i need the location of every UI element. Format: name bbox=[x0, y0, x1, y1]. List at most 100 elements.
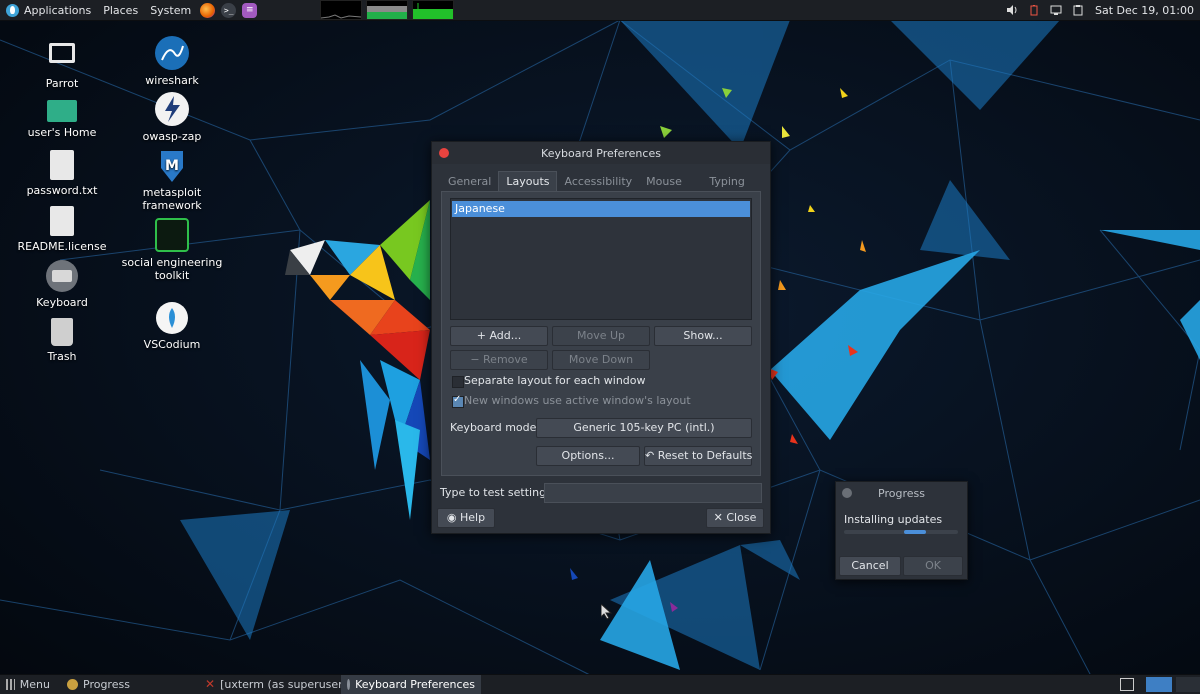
close-button[interactable]: ✕ Close bbox=[706, 508, 764, 528]
menu-button[interactable]: Menu bbox=[0, 675, 56, 694]
desktop-icon-label: Parrot bbox=[45, 77, 79, 90]
move-down-button[interactable]: Move Down bbox=[552, 350, 650, 370]
layouts-panel: Japanese + Add... Move Up Show... − Remo… bbox=[441, 191, 761, 476]
help-icon: ◉ bbox=[446, 511, 461, 524]
wireshark-icon bbox=[155, 36, 189, 70]
remove-layout-button[interactable]: − Remove bbox=[450, 350, 548, 370]
desktop-icon-readme[interactable]: README.license bbox=[8, 206, 116, 253]
window-close-icon[interactable] bbox=[842, 488, 852, 498]
desktop-icon-label: README.license bbox=[17, 240, 107, 253]
task-label: Progress bbox=[83, 678, 130, 691]
grid-menu-icon bbox=[6, 679, 15, 690]
metasploit-icon: M bbox=[155, 148, 189, 182]
keyboard-model-label: Keyboard model: bbox=[450, 421, 544, 434]
layout-list[interactable]: Japanese bbox=[450, 198, 752, 320]
keyboard-model-button[interactable]: Generic 105-key PC (intl.) bbox=[536, 418, 752, 438]
progress-ok-button[interactable]: OK bbox=[903, 556, 963, 576]
clock[interactable]: Sat Dec 19, 01:00 bbox=[1089, 0, 1200, 20]
desktop-icon-label: wireshark bbox=[145, 74, 199, 87]
keyboard-icon bbox=[347, 679, 351, 690]
progress-message: Installing updates bbox=[844, 513, 943, 526]
desktop-icon-keyboard[interactable]: Keyboard bbox=[8, 260, 116, 309]
tab-general[interactable]: General bbox=[441, 171, 498, 192]
new-windows-checkbox[interactable] bbox=[452, 394, 464, 408]
desktop-icon-label: VSCodium bbox=[143, 338, 201, 351]
volume-icon[interactable] bbox=[1006, 4, 1018, 16]
firefox-icon[interactable] bbox=[200, 2, 216, 18]
workspace-switcher[interactable] bbox=[1146, 677, 1172, 692]
task-uxterm[interactable]: ✕ [uxterm (as superuser)] bbox=[199, 675, 351, 694]
parrot-logo-icon bbox=[6, 3, 19, 17]
desktop-icon-label: Trash bbox=[47, 350, 77, 363]
applications-menu-label: Applications bbox=[24, 3, 92, 17]
mouse-cursor bbox=[601, 604, 613, 620]
reset-to-defaults-button[interactable]: ↶ Reset to Defaults bbox=[644, 446, 752, 466]
options-button[interactable]: Options... bbox=[536, 446, 640, 466]
top-panel: Applications Places System >_ ≡ Sat Dec … bbox=[0, 0, 1200, 21]
keyboard-preferences-window: Keyboard Preferences General Layouts Acc… bbox=[431, 141, 771, 534]
text-file-icon bbox=[50, 206, 74, 236]
places-menu[interactable]: Places bbox=[97, 0, 144, 20]
progress-dialog: Progress Installing updates Cancel OK bbox=[835, 481, 968, 580]
window-close-icon[interactable] bbox=[439, 148, 449, 158]
progress-title: Progress bbox=[878, 486, 925, 500]
desktop-icon-set[interactable]: social engineering toolkit bbox=[118, 218, 226, 282]
help-button-label: Help bbox=[460, 511, 486, 524]
task-progress[interactable]: Progress bbox=[61, 675, 199, 694]
text-editor-icon[interactable]: ≡ bbox=[242, 2, 258, 18]
system-menu[interactable]: System bbox=[144, 0, 197, 20]
progress-clock-icon bbox=[67, 679, 78, 690]
zap-icon bbox=[155, 92, 189, 126]
add-layout-button[interactable]: + Add... bbox=[450, 326, 548, 346]
desktop-icon-parrot[interactable]: Parrot bbox=[8, 38, 116, 90]
task-label: Keyboard Preferences bbox=[355, 678, 475, 691]
home-folder-icon bbox=[47, 100, 77, 122]
tray-area: Sat Dec 19, 01:00 bbox=[1001, 0, 1200, 20]
task-label: [uxterm (as superuser)] bbox=[220, 678, 352, 691]
task-keyboard-preferences[interactable]: Keyboard Preferences bbox=[341, 675, 481, 694]
window-titlebar[interactable]: Keyboard Preferences bbox=[432, 142, 770, 164]
desktop-icon-label: password.txt bbox=[26, 184, 98, 197]
desktop-icon-vscodium[interactable]: VSCodium bbox=[118, 302, 226, 351]
progress-cancel-button[interactable]: Cancel bbox=[839, 556, 901, 576]
text-file-icon bbox=[50, 150, 74, 180]
move-up-button[interactable]: Move Up bbox=[552, 326, 650, 346]
applications-menu[interactable]: Applications bbox=[0, 0, 97, 20]
desktop-icon-wireshark[interactable]: wireshark bbox=[118, 36, 226, 87]
menu-label: Menu bbox=[19, 678, 50, 691]
separate-layout-checkbox[interactable] bbox=[452, 376, 464, 388]
tab-typing-break[interactable]: Typing Break bbox=[702, 171, 770, 208]
window-title: Keyboard Preferences bbox=[541, 146, 661, 160]
desktop-icon-metasploit[interactable]: M metasploit framework bbox=[118, 148, 226, 212]
desktop-icon-trash[interactable]: Trash bbox=[8, 318, 116, 363]
tab-accessibility[interactable]: Accessibility bbox=[557, 171, 639, 192]
tab-mouse-keys[interactable]: Mouse Keys bbox=[639, 171, 702, 208]
system-tray-display-icon[interactable] bbox=[1050, 4, 1062, 16]
progress-titlebar[interactable]: Progress bbox=[836, 482, 967, 504]
battery-icon[interactable] bbox=[1028, 4, 1040, 16]
network-monitor-graph bbox=[412, 0, 455, 20]
screenshot-icon[interactable] bbox=[1120, 678, 1134, 691]
desktop-icon-password-txt[interactable]: password.txt bbox=[8, 150, 116, 197]
desktop-icon-owasp-zap[interactable]: owasp-zap bbox=[118, 92, 226, 143]
memory-monitor-graph bbox=[366, 0, 409, 20]
clipboard-icon[interactable] bbox=[1072, 4, 1084, 16]
desktop-icon-label: user's Home bbox=[27, 126, 97, 139]
desktop-icon-home[interactable]: user's Home bbox=[8, 92, 116, 139]
bottom-taskbar: Menu Progress ✕ [uxterm (as superuser)] … bbox=[0, 674, 1200, 694]
computer-icon bbox=[49, 43, 75, 63]
cpu-monitor-graph bbox=[320, 0, 363, 20]
test-settings-input[interactable] bbox=[544, 483, 762, 503]
workspace-switcher-2[interactable] bbox=[1176, 677, 1200, 692]
terminal-icon[interactable]: >_ bbox=[221, 2, 237, 18]
svg-text:M: M bbox=[165, 158, 179, 174]
desktop-icon-label: owasp-zap bbox=[142, 130, 202, 143]
tab-layouts[interactable]: Layouts bbox=[498, 171, 558, 192]
vscodium-icon bbox=[156, 302, 188, 334]
help-button[interactable]: ◉ Help bbox=[437, 508, 495, 528]
set-icon bbox=[155, 218, 189, 252]
progress-bar bbox=[844, 530, 958, 534]
layout-list-item[interactable]: Japanese bbox=[452, 201, 750, 217]
show-layout-button[interactable]: Show... bbox=[654, 326, 752, 346]
desktop-icon-label: metasploit framework bbox=[142, 186, 202, 212]
